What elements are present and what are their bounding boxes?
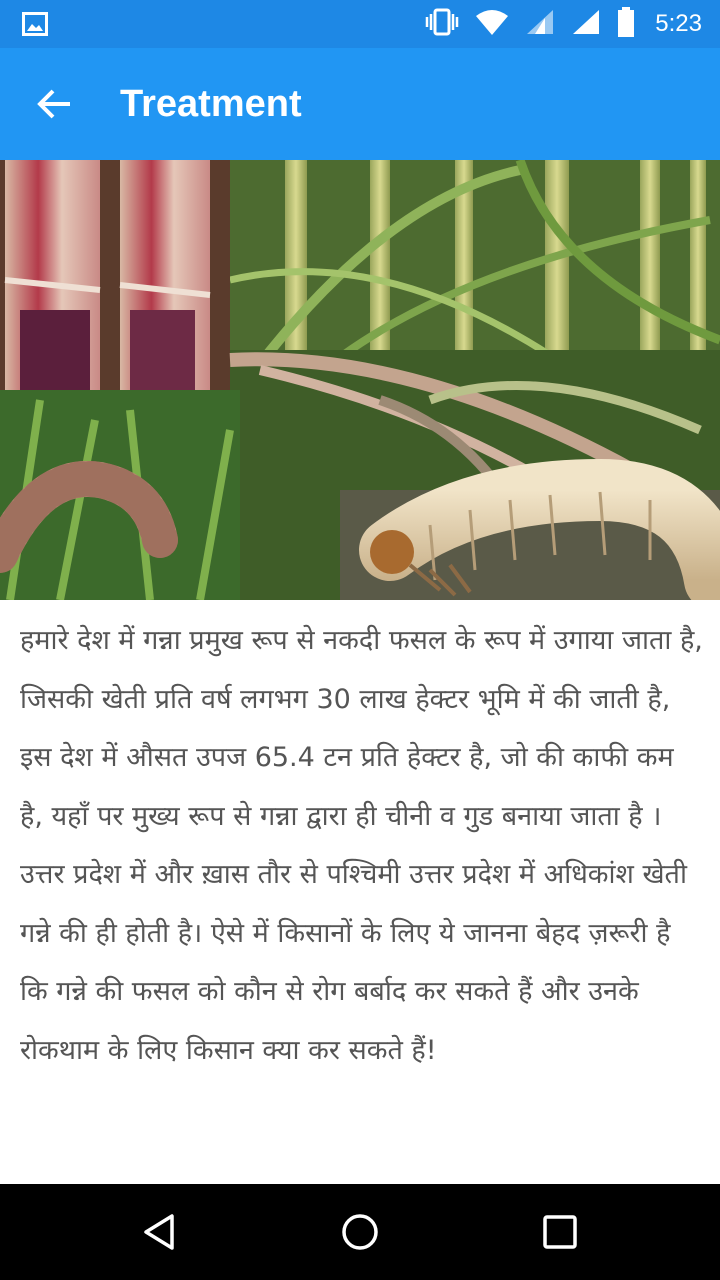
nav-back-button[interactable]	[128, 1200, 192, 1264]
arrow-back-icon	[37, 89, 70, 119]
home-circle-icon	[342, 1214, 378, 1250]
recents-square-icon	[543, 1215, 577, 1249]
article-body: हमारे देश में गन्ना प्रमुख रूप से नकदी फ…	[20, 625, 703, 1066]
status-time: 5:23	[655, 10, 702, 37]
cell-signal-icon	[525, 8, 555, 40]
nav-recents-button[interactable]	[528, 1200, 592, 1264]
sugarcane-pests-photo	[0, 160, 720, 600]
app-bar: Treatment	[0, 48, 720, 160]
page-title: Treatment	[120, 83, 302, 125]
image-notification-icon	[22, 12, 48, 40]
back-triangle-icon	[144, 1214, 174, 1250]
status-icons: 5:23	[425, 7, 702, 41]
cell-signal-icon	[571, 8, 601, 40]
wifi-icon	[475, 8, 509, 40]
nav-home-button[interactable]	[328, 1200, 392, 1264]
hero-image	[0, 160, 720, 600]
battery-icon	[617, 7, 635, 41]
status-bar: 5:23	[0, 0, 720, 48]
back-button[interactable]	[22, 72, 86, 136]
vibrate-icon	[425, 8, 459, 40]
system-nav-bar	[0, 1184, 720, 1280]
